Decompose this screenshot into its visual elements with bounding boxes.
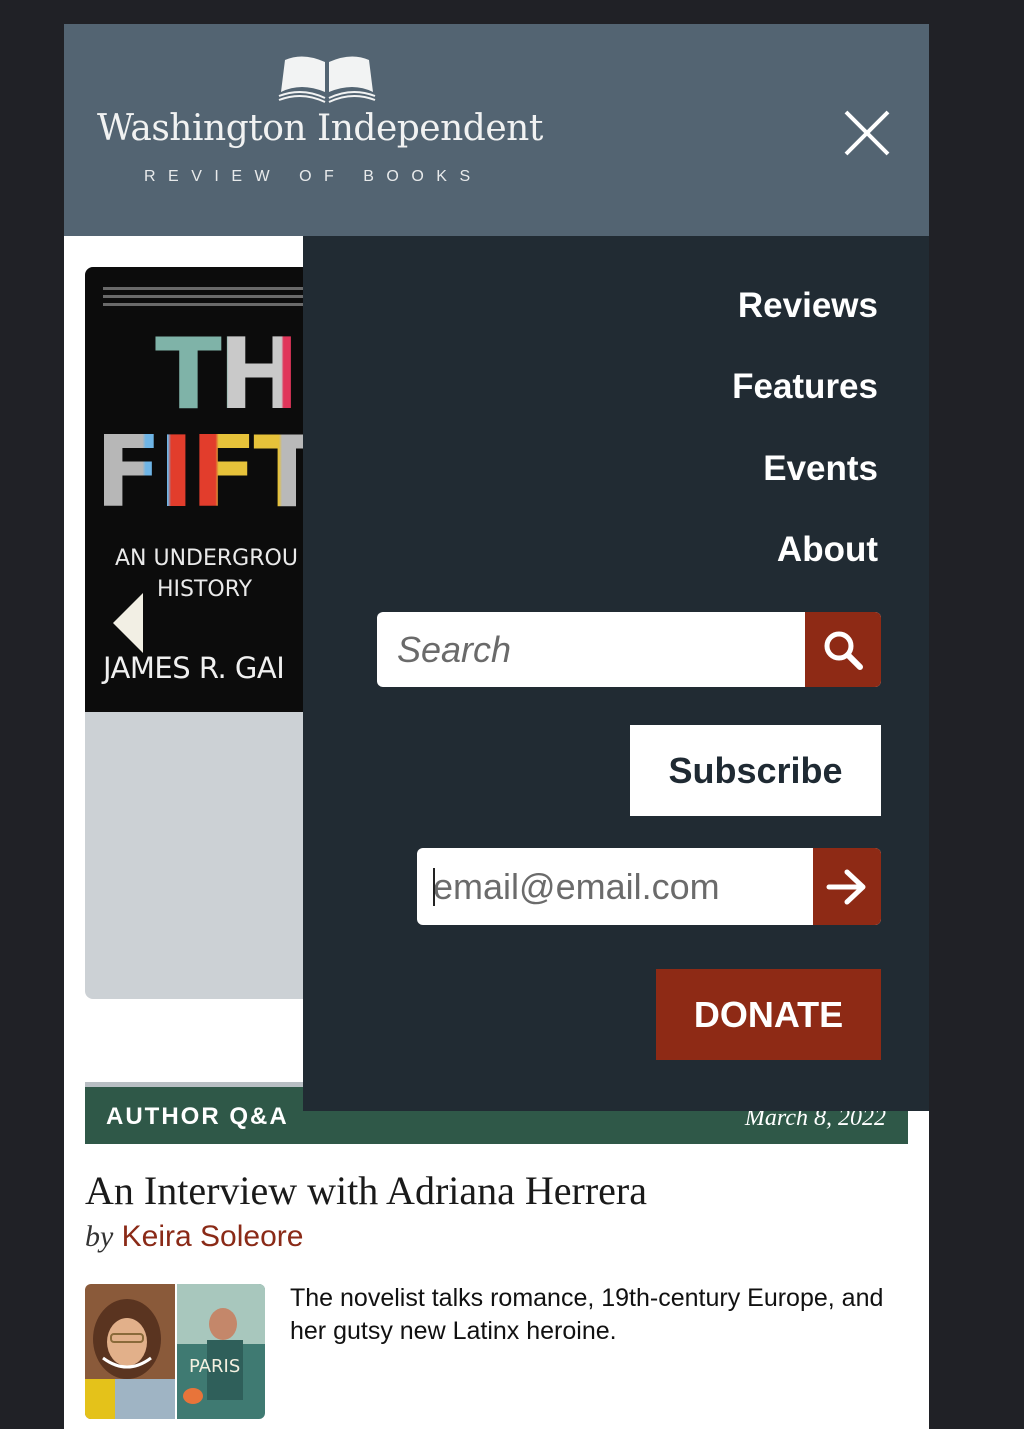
section-label[interactable]: AUTHOR Q&A: [106, 1103, 289, 1131]
logo-subtitle: REVIEW OF BOOKS: [144, 168, 483, 185]
open-book-logo-icon: [278, 56, 376, 103]
search-input[interactable]: [377, 612, 805, 687]
cover-blurb: [103, 287, 323, 311]
thumbnail-book-title: PARIS: [189, 1356, 240, 1377]
chevron-left-icon[interactable]: [111, 591, 145, 655]
nav-item-features[interactable]: Features: [732, 367, 878, 407]
text-caret: [433, 868, 435, 906]
search-form: [377, 612, 881, 687]
arrow-right-icon: [826, 869, 866, 904]
email-submit-button[interactable]: [813, 848, 881, 925]
search-button[interactable]: [805, 612, 881, 687]
nav-item-about[interactable]: About: [777, 530, 878, 570]
close-icon[interactable]: [842, 108, 892, 158]
author-link[interactable]: Keira Soleore: [122, 1220, 304, 1253]
nav-menu-panel: Reviews Features Events About Subscribe: [303, 236, 929, 1111]
article-title[interactable]: An Interview with Adriana Herrera: [85, 1167, 647, 1214]
article-thumbnail[interactable]: PARIS: [85, 1284, 265, 1419]
nav-item-events[interactable]: Events: [763, 449, 878, 489]
site-header: Washington Independent REVIEW OF BOOKS: [64, 24, 929, 236]
page: Washington Independent REVIEW OF BOOKS T…: [64, 24, 929, 1429]
thumbnail-image: PARIS: [85, 1284, 265, 1419]
subscribe-button[interactable]: Subscribe: [630, 725, 881, 816]
donate-button[interactable]: DONATE: [656, 969, 881, 1060]
cover-author: JAMES R. GAI: [103, 651, 285, 685]
nav-item-reviews[interactable]: Reviews: [738, 286, 878, 326]
logo-title[interactable]: Washington Independent: [97, 108, 543, 149]
article-excerpt: The novelist talks romance, 19th-century…: [290, 1284, 884, 1345]
email-input[interactable]: [417, 848, 813, 925]
byline: by Keira Soleore: [85, 1220, 303, 1254]
search-icon: [824, 631, 863, 670]
byline-prefix: by: [85, 1220, 114, 1253]
newsletter-form: [417, 848, 881, 925]
